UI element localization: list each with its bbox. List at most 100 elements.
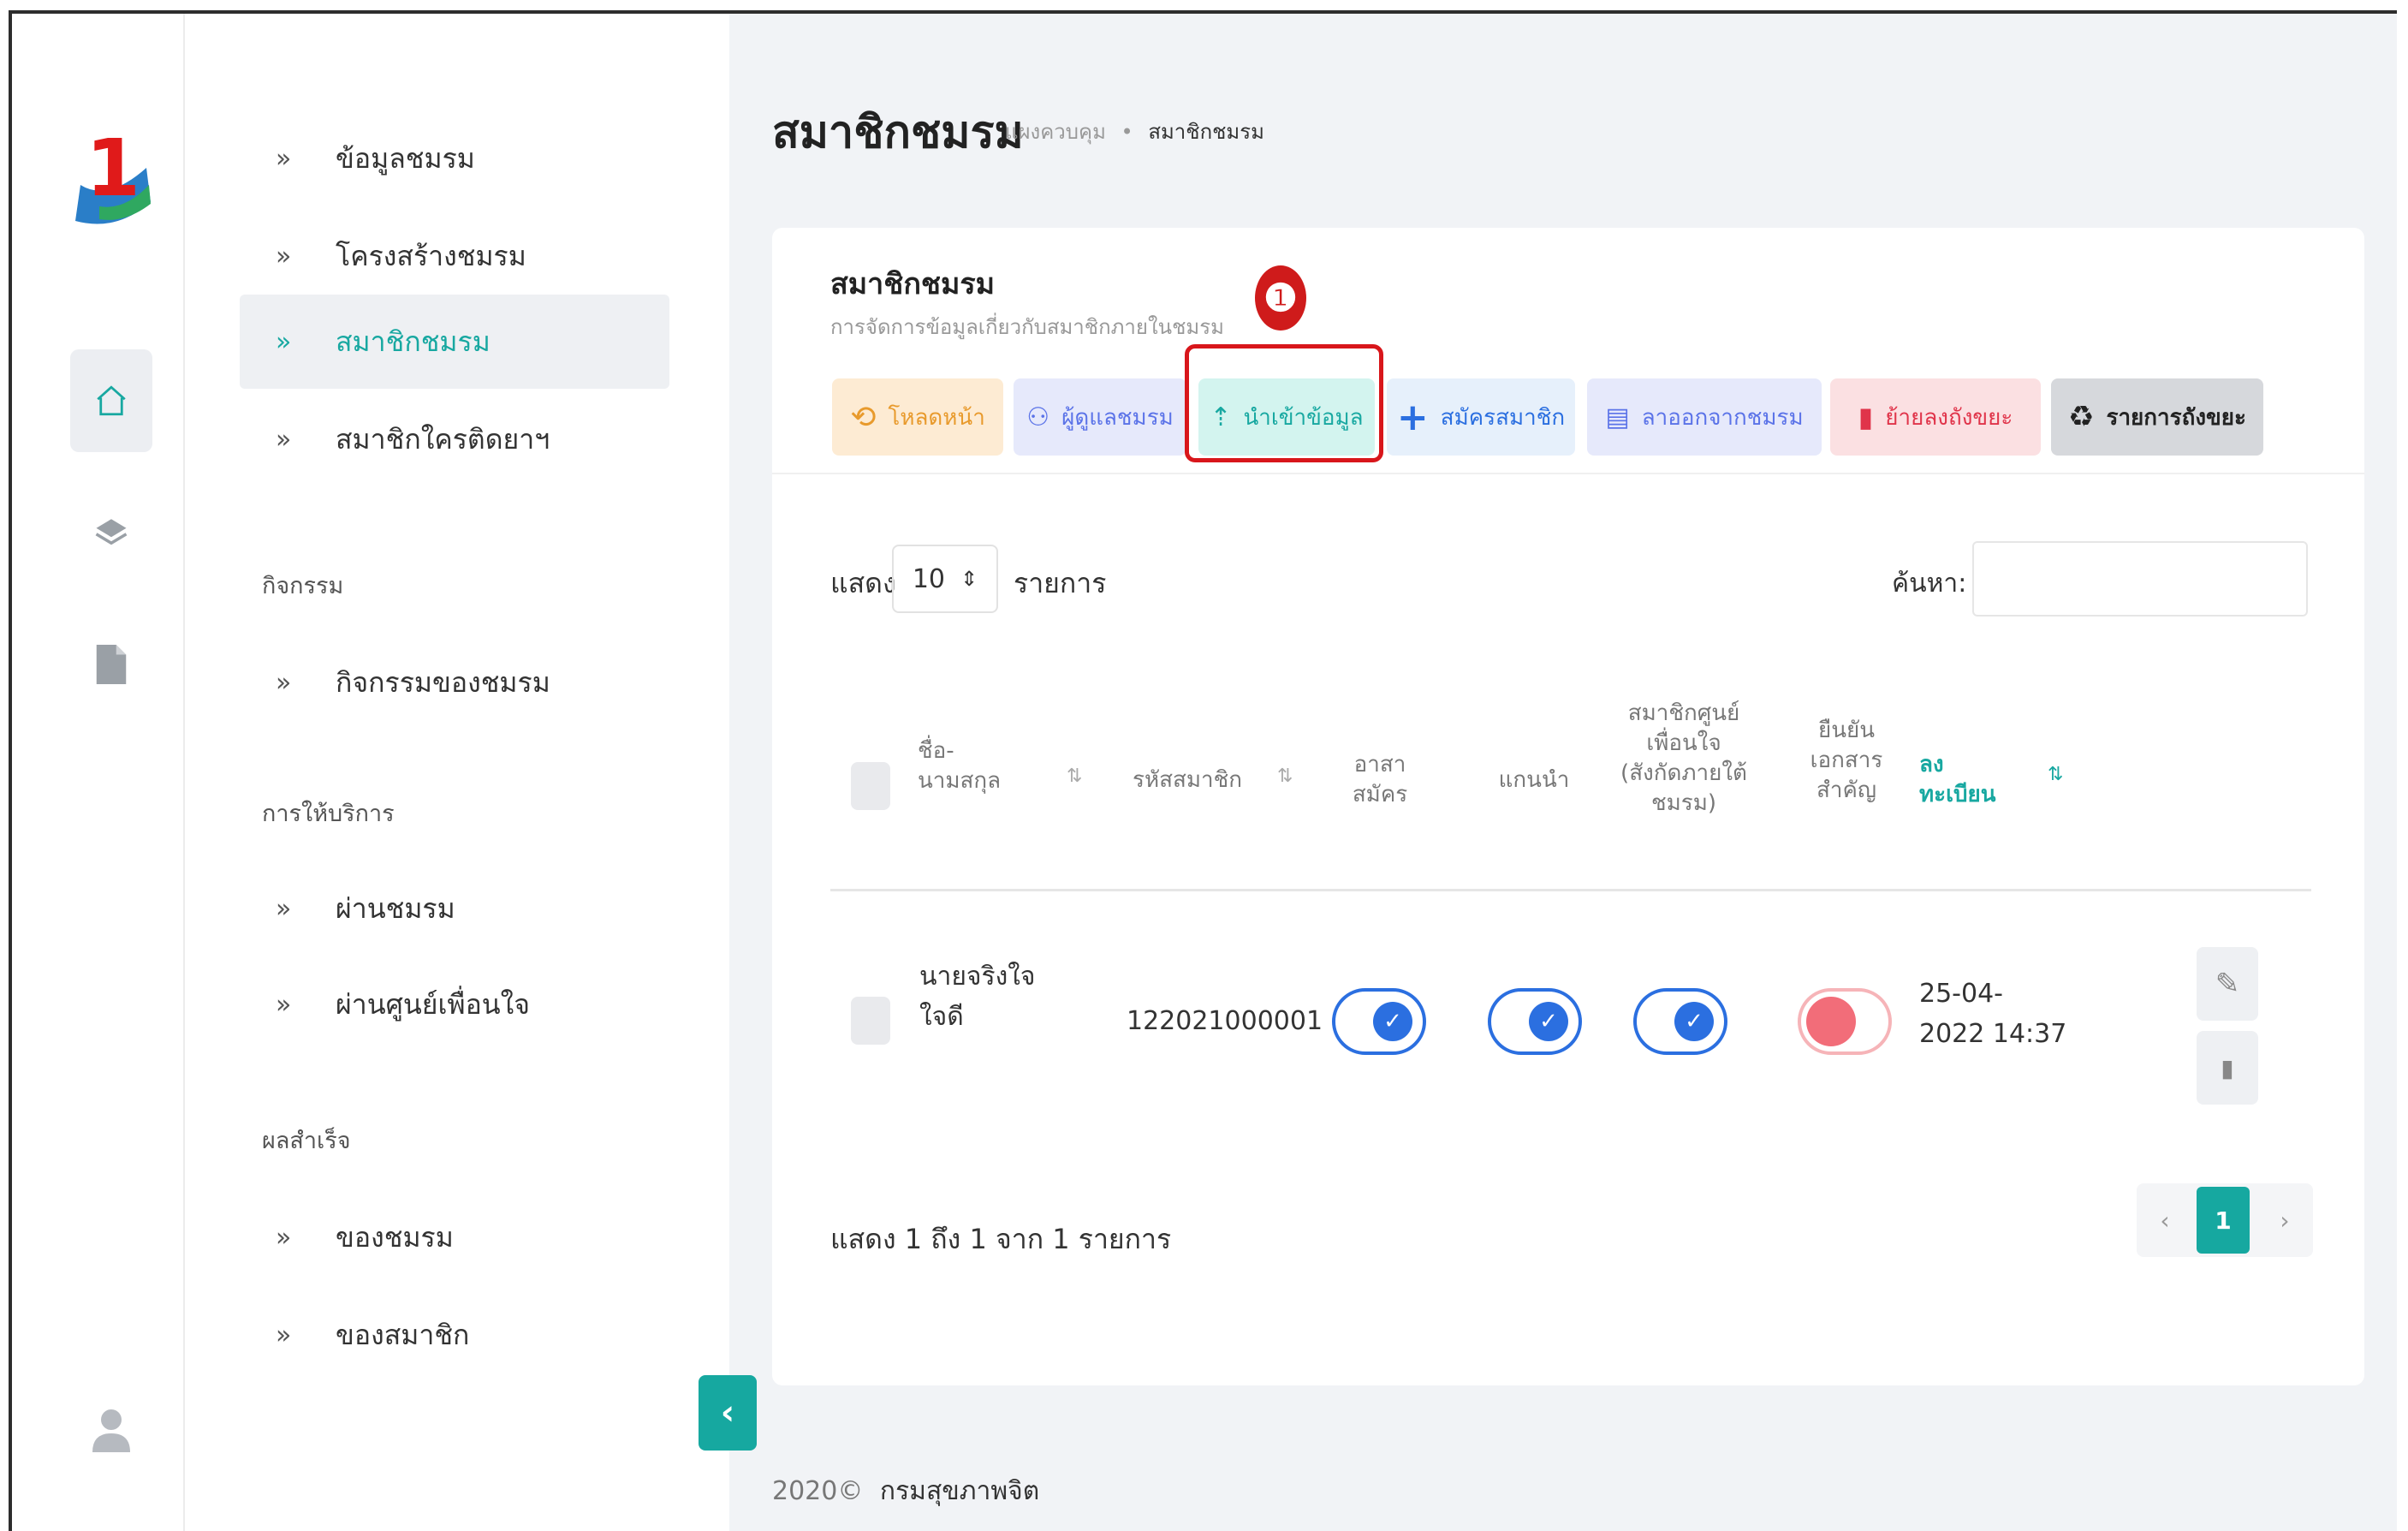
search-label: ค้นหา:	[1892, 569, 1967, 599]
search-input[interactable]	[1972, 541, 2308, 617]
sidebar-item-club-activities[interactable]: » กิจกรรมของชมรม	[240, 635, 668, 730]
icon-rail: 1	[12, 14, 185, 1531]
user-icon[interactable]	[70, 1379, 152, 1481]
resign-button[interactable]: ▤ ลาออกจากชมรม	[1587, 378, 1822, 456]
page-length-select[interactable]: 10 ⇕	[892, 545, 998, 613]
breadcrumb: แผงควบคุม • สมาชิกชมรม	[1005, 115, 1264, 148]
sidebar-item-label: ของชมรม	[336, 1220, 454, 1254]
column-header-volunteer[interactable]: อาสา สมัคร	[1337, 750, 1423, 810]
pagination-page-1[interactable]: 1	[2197, 1187, 2250, 1254]
register-button[interactable]: + สมัครสมาชิก	[1387, 378, 1575, 456]
callout-number-badge: ❶	[1255, 265, 1306, 331]
sidebar-item-label: ข้อมูลชมรม	[336, 141, 475, 175]
sidebar-section-result: ผลสำเร็จ	[262, 1128, 351, 1154]
leader-toggle[interactable]: ✓	[1488, 988, 1582, 1055]
chevron-right-icon: »	[276, 1320, 291, 1350]
document-icon[interactable]	[70, 613, 152, 716]
sidebar-section-activity: กิจกรรม	[262, 573, 344, 599]
pagination-next[interactable]: ›	[2256, 1183, 2313, 1257]
center-member-toggle[interactable]: ✓	[1633, 988, 1727, 1055]
chevron-right-icon: »	[276, 326, 291, 357]
column-header-registered[interactable]: ลง ทะเบียน	[1919, 750, 2013, 810]
sort-icon[interactable]: ⇅	[1067, 766, 1082, 787]
sidebar-item-club-structure[interactable]: » โครงสร้างชมรม	[240, 209, 668, 303]
column-header-docs-confirmed[interactable]: ยืนยัน เอกสาร สำคัญ	[1799, 716, 1894, 806]
sort-icon[interactable]: ⇅	[2048, 764, 2063, 785]
column-header-name[interactable]: ชื่อ- นามสกุล	[918, 736, 1020, 796]
check-icon: ✓	[1529, 1002, 1568, 1041]
svg-text:1: 1	[86, 125, 140, 214]
card-divider	[772, 473, 2364, 474]
page-length-label: แสดง	[830, 567, 896, 599]
pagination-prev[interactable]: ‹	[2137, 1183, 2193, 1257]
breadcrumb-separator: •	[1121, 120, 1133, 144]
sidebar-collapse-button[interactable]: ‹	[699, 1375, 757, 1451]
sidebar-item-member-result[interactable]: » ของสมาชิก	[240, 1288, 668, 1382]
delete-button[interactable]: ▮	[2197, 1031, 2258, 1105]
volunteer-toggle[interactable]: ✓	[1332, 988, 1426, 1055]
recycle-icon: ♻	[2068, 400, 2095, 434]
edit-button[interactable]: ✎	[2197, 947, 2258, 1021]
breadcrumb-home[interactable]: แผงควบคุม	[1005, 120, 1106, 144]
member-name: นายจริงใจ ใจดี	[919, 962, 1036, 1032]
register-label: สมัครสมาชิก	[1440, 404, 1566, 431]
club-logo[interactable]: 1	[65, 122, 159, 236]
chevron-right-icon: »	[276, 893, 291, 924]
sidebar-item-via-club[interactable]: » ผ่านชมรม	[240, 861, 668, 956]
sidebar-item-label: ผ่านศูนย์เพื่อนใจ	[336, 987, 531, 1021]
reload-button[interactable]: ⟲ โหลดหน้า	[832, 378, 1003, 456]
sidebar-item-label: ผ่านชมรม	[336, 891, 455, 925]
registered-date: 25-04- 2022 14:37	[1919, 979, 2067, 1049]
sidebar-item-club-info[interactable]: » ข้อมูลชมรม	[240, 111, 668, 206]
table-info: แสดง 1 ถึง 1 จาก 1 รายการ	[830, 1223, 1172, 1255]
sidebar-item-club-members[interactable]: » สมาชิกชมรม	[240, 295, 669, 389]
sidebar-item-via-center[interactable]: » ผ่านศูนย์เพื่อนใจ	[240, 957, 668, 1051]
select-arrows-icon: ⇕	[960, 567, 978, 591]
select-all-checkbox[interactable]	[851, 762, 890, 810]
column-header-member-id[interactable]: รหัสสมาชิก	[1123, 766, 1252, 795]
users-icon: ⚇	[1026, 402, 1050, 432]
table-header-divider	[830, 889, 2311, 891]
sidebar-item-label: สมาชิกใครติดยาฯ	[336, 422, 550, 456]
sidebar-item-label: โครงสร้างชมรม	[336, 239, 526, 272]
breadcrumb-current: สมาชิกชมรม	[1148, 120, 1264, 144]
footer-org[interactable]: กรมสุขภาพจิต	[880, 1476, 1039, 1506]
pencil-icon: ✎	[2215, 967, 2240, 1001]
trash-icon: ▮	[1858, 401, 1874, 433]
home-icon[interactable]	[70, 349, 152, 452]
admin-button[interactable]: ⚇ ผู้ดูแลชมรม	[1014, 378, 1186, 456]
card-subtitle: การจัดการข้อมูลเกี่ยวกับสมาชิกภายในชมรม	[830, 315, 1224, 339]
row-checkbox[interactable]	[851, 997, 890, 1045]
docs-confirmed-toggle[interactable]	[1798, 988, 1892, 1055]
chevron-right-icon: »	[276, 1222, 291, 1253]
sidebar-section-service: การให้บริการ	[262, 801, 395, 827]
footer: 2020© กรมสุขภาพจิต	[772, 1471, 1039, 1511]
chevron-right-icon: »	[276, 424, 291, 455]
layers-icon[interactable]	[70, 481, 152, 584]
sidebar-item-drug-members[interactable]: » สมาชิกใครติดยาฯ	[240, 392, 668, 486]
pagination: ‹ 1 ›	[2137, 1183, 2313, 1257]
sidebar-item-label: สมาชิกชมรม	[336, 325, 491, 358]
trash-list-label: รายการถังขยะ	[2106, 404, 2246, 431]
move-to-trash-button[interactable]: ▮ ย้ายลงถังขยะ	[1830, 378, 2041, 456]
check-icon: ✓	[1674, 1002, 1714, 1041]
column-header-center-member[interactable]: สมาชิกศูนย์ เพื่อนใจ (สังกัดภายใต้ ชมรม)	[1611, 699, 1757, 819]
callout-highlight-box	[1185, 344, 1383, 462]
trash-icon: ▮	[2221, 1053, 2234, 1082]
sort-icon[interactable]: ⇅	[1277, 766, 1293, 787]
file-icon: ▤	[1605, 402, 1630, 432]
resign-label: ลาออกจากชมรม	[1641, 404, 1804, 431]
admin-label: ผู้ดูแลชมรม	[1061, 404, 1174, 431]
trash-list-button[interactable]: ♻ รายการถังขยะ	[2051, 378, 2263, 456]
main-content: สมาชิกชมรม แผงควบคุม • สมาชิกชมรม สมาชิก…	[729, 14, 2397, 1531]
page-length-value: 10	[912, 563, 946, 594]
sidebar: » ข้อมูลชมรม » โครงสร้างชมรม » สมาชิกชมร…	[185, 14, 729, 1531]
sidebar-item-club-result[interactable]: » ของชมรม	[240, 1190, 668, 1284]
member-id: 122021000001	[1127, 1006, 1323, 1036]
sidebar-item-label: กิจกรรมของชมรม	[336, 665, 550, 699]
page-length-suffix: รายการ	[1014, 567, 1107, 599]
column-header-leader[interactable]: แกนนำ	[1491, 766, 1577, 795]
card-title: สมาชิกชมรม	[830, 267, 996, 301]
chevron-right-icon: »	[276, 667, 291, 698]
chevron-left-icon: ‹	[720, 1393, 735, 1433]
